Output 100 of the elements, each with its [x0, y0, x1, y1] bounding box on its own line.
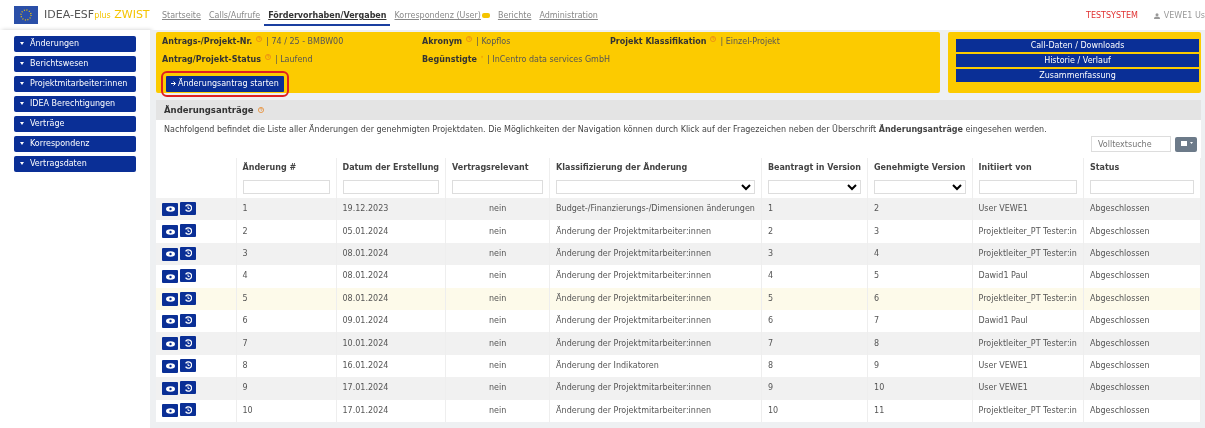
field-label: Antrag/Projekt-Status [162, 54, 261, 66]
view-button[interactable] [162, 247, 178, 261]
eye-icon [165, 340, 175, 347]
table-cell: 10 [242, 405, 253, 415]
caret-icon [20, 162, 24, 165]
eye-icon [165, 296, 175, 302]
view-button[interactable] [162, 382, 178, 396]
filter-field[interactable] [242, 180, 330, 194]
table-cell: 3 [767, 248, 773, 258]
column-header[interactable]: Genehmigte Version [874, 162, 966, 174]
columns-button[interactable] [1175, 136, 1197, 152]
table-cell: Dawid1 Paul [978, 316, 1028, 326]
action-button[interactable]: Zusammenfassung [956, 69, 1199, 82]
column-header[interactable]: Änderung # [242, 162, 330, 174]
field-label: Projekt Klassifikation [610, 36, 707, 48]
view-button[interactable] [162, 337, 178, 351]
search-field[interactable]: Volltextsuche [1091, 136, 1171, 152]
table-cell: User VEWE1 [978, 360, 1028, 370]
table-cell: Abgeschlossen [1089, 338, 1150, 348]
table-cell: nein [488, 248, 507, 258]
column-header[interactable]: Beantragt in Version [767, 162, 862, 174]
user-icon [1153, 13, 1160, 19]
history-icon [184, 294, 192, 302]
caret-icon [20, 82, 24, 85]
sidebar-item[interactable]: IDEA Berechtigungen [14, 96, 136, 112]
history-button[interactable] [180, 358, 196, 372]
nav-tab[interactable]: Calls/Aufrufe [204, 10, 265, 26]
table-cell: Abgeschlossen [1089, 360, 1150, 370]
view-button[interactable] [162, 359, 178, 373]
sidebar-item[interactable]: Änderungen [14, 36, 136, 52]
table-cell: 1 [242, 204, 248, 214]
filter-field[interactable] [342, 180, 440, 194]
history-button[interactable] [180, 201, 196, 215]
table-cell: 2 [874, 204, 880, 214]
column-header[interactable]: Status [1089, 162, 1194, 174]
sidebar-item[interactable]: Vertragsdaten [14, 156, 136, 172]
table-cell: Abgeschlossen [1089, 271, 1150, 281]
history-button[interactable] [180, 291, 196, 305]
table-cell: 4 [767, 271, 773, 281]
history-button[interactable] [180, 246, 196, 260]
column-header[interactable]: Vertragsrelevant [452, 162, 544, 174]
table-cell: 10 [874, 383, 885, 393]
sidebar-item[interactable]: Projektmitarbeiter:innen [14, 76, 136, 92]
view-button[interactable] [162, 202, 178, 216]
view-button[interactable] [162, 404, 178, 418]
table-cell: Änderung der Projektmitarbeiter:innen [556, 293, 711, 303]
view-button[interactable] [162, 270, 178, 284]
table-cell: 7 [767, 338, 773, 348]
action-button[interactable]: Historie / Verlauf [956, 54, 1199, 67]
table-cell: Änderung der Indikatoren [556, 360, 659, 370]
filter-field[interactable] [1089, 180, 1194, 194]
table-cell: Budget-/Finanzierungs-/Dimensionen änderungen [556, 204, 755, 214]
history-button[interactable] [180, 381, 196, 395]
table-cell: 4 [874, 248, 880, 258]
view-button[interactable] [162, 314, 178, 328]
sidebar-item[interactable]: Verträge [14, 116, 136, 132]
table-cell: Abgeschlossen [1089, 316, 1150, 326]
nav-tab[interactable]: Korrespondenz (User) [390, 10, 494, 26]
history-icon [184, 338, 192, 347]
view-button[interactable] [162, 225, 178, 239]
table-cell: 3 [242, 248, 248, 258]
view-button[interactable] [162, 292, 178, 306]
table-cell: Änderung der Projektmitarbeiter:innen [556, 405, 711, 415]
nav-tab[interactable]: Berichte [493, 10, 536, 26]
filter-field[interactable] [452, 180, 544, 194]
history-icon [184, 271, 192, 280]
column-header[interactable]: Initiiert von [978, 162, 1077, 174]
action-button[interactable]: Call-Daten / Downloads [956, 39, 1199, 52]
caret-icon [20, 42, 24, 45]
table-cell: 7 [242, 338, 248, 348]
column-header[interactable]: Datum der Erstellung [342, 162, 440, 174]
table-cell: 8 [874, 338, 880, 348]
history-button[interactable] [180, 313, 196, 327]
table-cell: Projektleiter_PT Tester:in [978, 248, 1077, 258]
history-button[interactable] [180, 336, 196, 350]
table-cell: 3 [874, 226, 880, 236]
table-cell: 11 [874, 405, 885, 415]
sidebar-item[interactable]: Berichtswesen [14, 56, 136, 72]
table-cell: 1 [767, 204, 773, 214]
table-cell: Abgeschlossen [1089, 383, 1150, 393]
table-cell: Projektleiter_PT Tester:in [978, 405, 1077, 415]
table-cell: Änderung der Projektmitarbeiter:innen [556, 226, 711, 236]
nav-tab[interactable]: Administration [535, 10, 602, 26]
table-cell: User VEWE1 [978, 204, 1028, 214]
table-cell: nein [488, 360, 507, 370]
sidebar-item[interactable]: Korrespondenz [14, 136, 136, 152]
table-cell: Änderung der Projektmitarbeiter:innen [556, 316, 711, 326]
history-button[interactable] [180, 403, 196, 417]
history-button[interactable] [180, 224, 196, 238]
column-header[interactable]: Klassifizierung der Änderung [556, 162, 755, 174]
table-cell: Änderung der Projektmitarbeiter:innen [556, 383, 711, 393]
nav-tab[interactable]: Fördervorhaben/Vergaben [264, 10, 391, 26]
table-columns-icon [1181, 141, 1193, 146]
table-cell: 17.01.2024 [342, 383, 389, 393]
field-value: | Einzel-Projekt [720, 36, 780, 48]
filter-field[interactable] [978, 180, 1077, 194]
eye-icon [165, 385, 175, 392]
nav-tab[interactable]: Startseite [158, 10, 205, 26]
field-value: | 74 / 25 - BMBW00 [266, 36, 344, 48]
history-button[interactable] [180, 269, 196, 283]
